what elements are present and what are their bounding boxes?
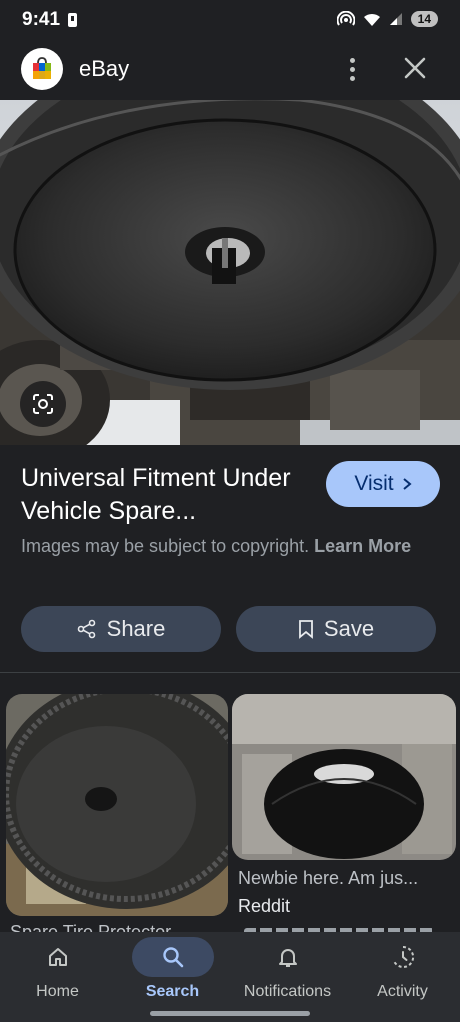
wifi-icon — [363, 13, 380, 26]
result-title[interactable]: Universal Fitment Under Vehicle Spare... — [21, 462, 311, 528]
activity-icon — [392, 945, 414, 968]
ebay-shopping-bag-icon — [21, 48, 63, 90]
signal-icon — [389, 13, 402, 25]
result-image[interactable] — [0, 100, 460, 445]
status-icons: 14 — [336, 11, 438, 27]
save-button[interactable]: Save — [236, 606, 436, 652]
divider — [0, 672, 460, 673]
visit-label: Visit — [354, 472, 394, 495]
app-title: eBay — [79, 56, 130, 81]
visit-button[interactable]: Visit — [326, 461, 440, 507]
nav-notifications-label: Notifications — [243, 983, 332, 1000]
sim-alert-icon — [68, 13, 77, 27]
status-bar: 9:41 14 — [0, 0, 460, 40]
close-icon[interactable] — [402, 55, 428, 81]
related-image-card[interactable] — [6, 694, 228, 916]
chevron-right-icon — [403, 478, 412, 490]
learn-more-link[interactable]: Learn More — [314, 536, 411, 556]
more-options-icon[interactable] — [340, 54, 364, 84]
copyright-text: Images may be subject to copyright. — [21, 536, 310, 556]
bell-icon — [278, 949, 297, 967]
nav-notifications[interactable]: Notifications — [230, 932, 345, 1022]
bookmark-icon — [299, 620, 313, 639]
share-button[interactable]: Share — [21, 606, 221, 652]
related-caption[interactable]: Spare Tire Protector — [10, 923, 210, 932]
nav-home-label: Home — [36, 983, 79, 1000]
nav-home[interactable]: Home — [0, 932, 115, 1022]
nav-search-label: Search — [145, 983, 200, 1000]
share-icon — [77, 619, 95, 639]
nav-activity-label: Activity — [377, 983, 428, 1000]
hotspot-icon — [336, 11, 355, 26]
nav-search[interactable]: Search — [115, 932, 230, 1022]
nav-activity[interactable]: Activity — [345, 932, 460, 1022]
battery-indicator: 14 — [410, 11, 438, 27]
copyright-notice: Images may be subject to copyright. Lear… — [21, 534, 421, 559]
bottom-nav: Home Search Notifications Activity — [0, 932, 460, 1022]
app-header: eBay — [0, 40, 460, 100]
save-label: Save — [323, 616, 375, 641]
related-caption[interactable]: Newbie here. Am jus... — [238, 868, 453, 889]
google-lens-icon[interactable] — [20, 381, 66, 427]
home-indicator[interactable] — [150, 1011, 310, 1016]
related-image-card[interactable] — [232, 694, 456, 860]
home-icon — [48, 948, 67, 966]
related-source: Reddit — [238, 896, 291, 916]
search-icon — [162, 947, 183, 968]
status-time: 9:41 — [22, 9, 61, 30]
share-label: Share — [106, 616, 166, 641]
